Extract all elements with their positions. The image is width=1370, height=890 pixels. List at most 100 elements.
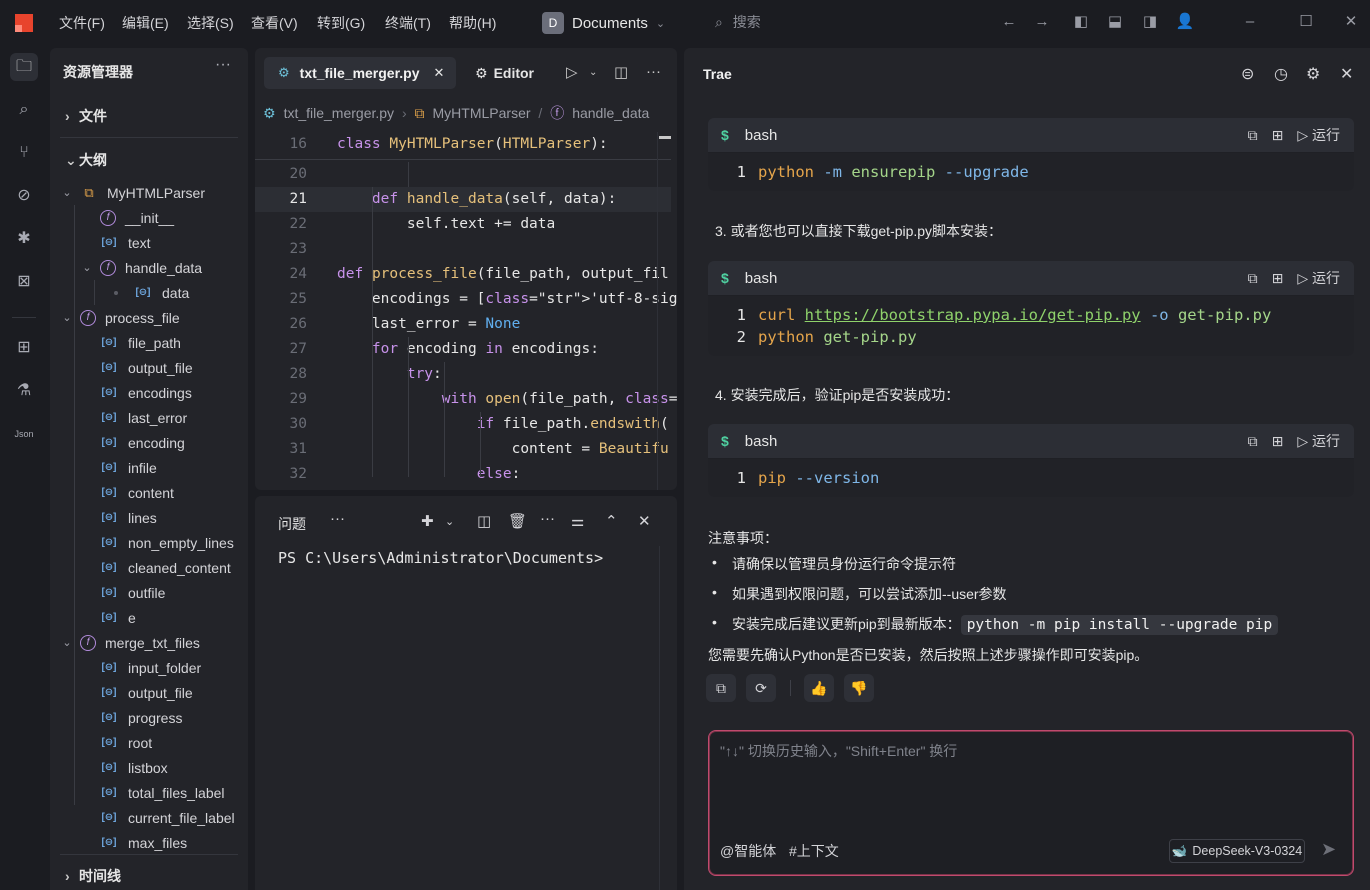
thumbs-down-button[interactable]: 👎: [844, 674, 874, 702]
outline-item[interactable]: [⊖] current_file_label: [50, 805, 248, 830]
split-terminal-icon[interactable]: ◫: [477, 512, 491, 530]
close-icon[interactable]: ✕: [434, 65, 445, 81]
toggle-bottom-panel-icon[interactable]: ⬓: [1105, 12, 1125, 32]
code-line[interactable]: 23: [255, 237, 671, 262]
outline-item[interactable]: ⌄ f handle_data: [50, 255, 248, 280]
maximize-icon[interactable]: ☐: [1296, 12, 1316, 32]
editor-settings-button[interactable]: ⚙ Editor: [475, 65, 534, 82]
outline-item[interactable]: [⊖] lines: [50, 505, 248, 530]
copy-button[interactable]: ⧉: [706, 674, 736, 702]
code-line[interactable]: 29 with open(file_path, class="str">'r',: [255, 387, 677, 412]
chevron-down-icon[interactable]: ⌄: [60, 636, 74, 649]
remote-explorer-icon[interactable]: ⊠: [10, 268, 38, 296]
workspace-switcher[interactable]: D Documents ⌄: [542, 10, 665, 36]
more-icon[interactable]: ···: [330, 510, 345, 527]
outline-item[interactable]: [⊖] infile: [50, 455, 248, 480]
outline-item[interactable]: [⊖] total_files_label: [50, 780, 248, 805]
outline-item[interactable]: [⊖] encodings: [50, 380, 248, 405]
outline-item[interactable]: [⊖] content: [50, 480, 248, 505]
code-area[interactable]: 16 class MyHTMLParser(HTMLParser): 20 21 de…: [255, 132, 677, 490]
breadcrumb-file[interactable]: txt_file_merger.py: [284, 105, 395, 121]
copy-icon[interactable]: ⧉: [1248, 127, 1258, 144]
chevron-down-icon[interactable]: ⌄: [80, 261, 94, 274]
chat-input[interactable]: "↑↓" 切换历史输入，"Shift+Enter" 换行 @智能体 #上下文 🐋…: [708, 730, 1354, 876]
code-line[interactable]: 25 encodings = [class="str">'utf-8-sig',…: [255, 287, 677, 312]
agent-button[interactable]: @智能体: [720, 841, 776, 861]
account-icon[interactable]: 👤: [1175, 12, 1195, 32]
code-line[interactable]: 28 try:: [255, 362, 671, 387]
context-button[interactable]: #上下文: [789, 841, 839, 861]
gear-icon[interactable]: ⚙: [1306, 64, 1320, 84]
copy-icon[interactable]: ⧉: [1248, 433, 1258, 450]
menu-view[interactable]: 查看(V): [251, 13, 298, 33]
outline-item[interactable]: [⊖] output_file: [50, 355, 248, 380]
outline-item[interactable]: ⌄ f process_file: [50, 305, 248, 330]
code-line[interactable]: 20: [255, 162, 671, 187]
menu-edit[interactable]: 编辑(E): [122, 13, 169, 33]
split-editor-icon[interactable]: ◫: [614, 63, 628, 81]
outline-item[interactable]: [⊖] last_error: [50, 405, 248, 430]
forward-arrow-icon[interactable]: →: [1032, 12, 1052, 32]
outline-item[interactable]: ⌄ f merge_txt_files: [50, 630, 248, 655]
code-line[interactable]: 32 else:: [255, 462, 671, 487]
chevron-down-icon[interactable]: ⌄: [60, 311, 74, 324]
extensions-icon[interactable]: ⊞: [10, 334, 38, 362]
insert-code-icon[interactable]: ⊞: [1272, 270, 1284, 287]
outline-item[interactable]: [⊖] input_folder: [50, 655, 248, 680]
run-button[interactable]: ▷ 运行: [1297, 268, 1340, 288]
json-icon[interactable]: Json: [10, 420, 38, 448]
regenerate-button[interactable]: ⟳: [746, 674, 776, 702]
run-button[interactable]: ▷ 运行: [1297, 431, 1340, 451]
add-terminal-icon[interactable]: ✚: [421, 512, 434, 530]
code-line[interactable]: 31 content = Beautifu: [255, 437, 671, 462]
trash-icon[interactable]: 🗑: [508, 512, 527, 530]
search-icon[interactable]: ⌕: [10, 96, 38, 124]
more-icon[interactable]: ···: [646, 63, 661, 80]
menu-terminal[interactable]: 终端(T): [385, 13, 431, 33]
close-window-icon[interactable]: ✕: [1341, 12, 1361, 32]
section-timeline[interactable]: › 时间线: [65, 866, 121, 886]
close-icon[interactable]: ✕: [638, 512, 651, 530]
outline-item[interactable]: [⊖] text: [50, 230, 248, 255]
run-icon[interactable]: ▷: [566, 63, 578, 81]
history-icon[interactable]: ◷: [1274, 64, 1288, 84]
source-control-icon[interactable]: ⑂: [10, 139, 38, 167]
tab-problems[interactable]: 问题: [278, 514, 306, 534]
chevron-down-icon[interactable]: ⌄: [60, 186, 74, 199]
chevron-down-icon[interactable]: ⌄: [445, 515, 454, 528]
outline-item[interactable]: [⊖] encoding: [50, 430, 248, 455]
outline-item[interactable]: [⊖] progress: [50, 705, 248, 730]
search-box[interactable]: ⌕ 搜索: [715, 12, 761, 32]
outline-item[interactable]: ⌄ ⧉ MyHTMLParser: [50, 180, 248, 205]
outline-item[interactable]: [⊖] listbox: [50, 755, 248, 780]
toggle-right-panel-icon[interactable]: ◨: [1140, 12, 1160, 32]
outline-item[interactable]: [⊖] max_files: [50, 830, 248, 855]
outline-item[interactable]: [⊖] non_empty_lines: [50, 530, 248, 555]
code-line[interactable]: 22 self.text += data: [255, 212, 671, 237]
breadcrumb-function[interactable]: handle_data: [572, 105, 649, 121]
send-icon[interactable]: ➤: [1321, 839, 1336, 860]
outline-item[interactable]: [⊖] file_path: [50, 330, 248, 355]
explorer-icon[interactable]: 🗀: [10, 53, 38, 81]
outline-item[interactable]: [⊖] data: [50, 280, 248, 305]
toggle-left-panel-icon[interactable]: ◧: [1071, 12, 1091, 32]
menu-file[interactable]: 文件(F): [59, 13, 105, 33]
model-selector[interactable]: 🐋 DeepSeek-V3-0324: [1169, 839, 1305, 863]
section-files[interactable]: › 文件: [65, 106, 107, 126]
close-icon[interactable]: ✕: [1340, 64, 1353, 84]
remote-icon[interactable]: ⊘: [10, 182, 38, 210]
debug-icon[interactable]: ✱: [10, 225, 38, 253]
run-button[interactable]: ▷ 运行: [1297, 125, 1340, 145]
sliders-icon[interactable]: ⚌: [571, 512, 584, 530]
code-line[interactable]: 24 def process_file(file_path, output_fil: [255, 262, 671, 287]
code-line[interactable]: 30 if file_path.endswith(: [255, 412, 671, 437]
code-line[interactable]: 21 def handle_data(self, data):: [255, 187, 671, 212]
new-chat-icon[interactable]: ⊜: [1241, 64, 1254, 84]
more-icon[interactable]: ···: [215, 56, 231, 74]
terminal-prompt[interactable]: PS C:\Users\Administrator\Documents>: [278, 549, 603, 567]
breadcrumb-class[interactable]: MyHTMLParser: [433, 105, 531, 121]
outline-item[interactable]: f __init__: [50, 205, 248, 230]
thumbs-up-button[interactable]: 👍: [804, 674, 834, 702]
section-outline[interactable]: ⌄ 大纲: [65, 150, 107, 170]
copy-icon[interactable]: ⧉: [1248, 270, 1258, 287]
